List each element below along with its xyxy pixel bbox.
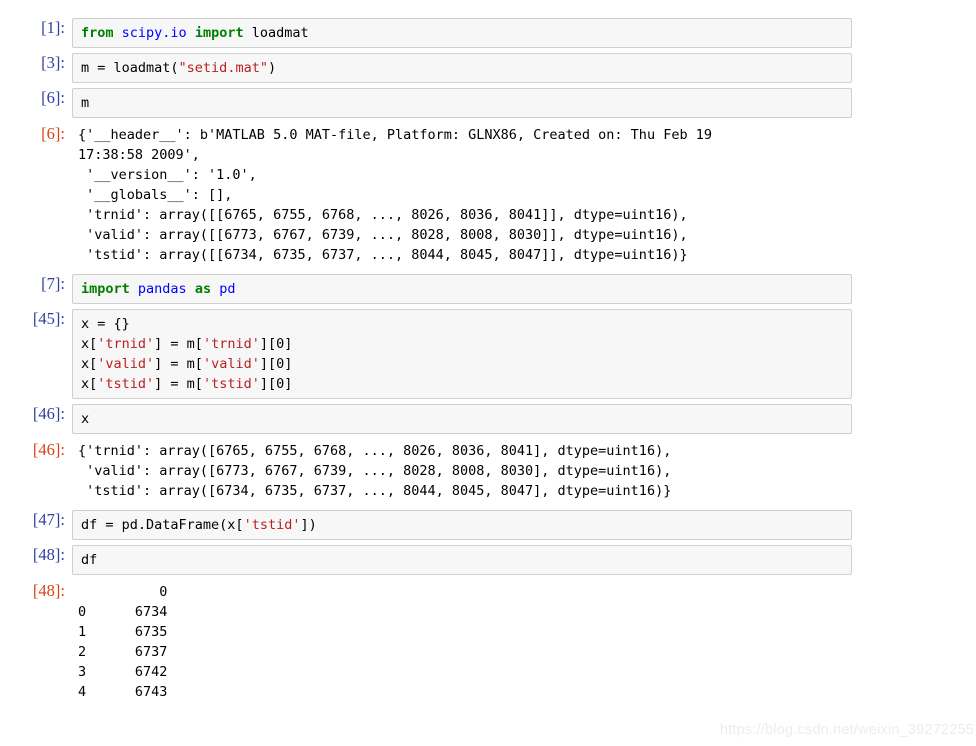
code-input-area[interactable]: df (72, 545, 852, 575)
output-prompt: [48]: (32, 581, 65, 600)
code-token: ]) (300, 517, 317, 533)
code-source[interactable]: m (81, 93, 845, 113)
code-token: ][0] (259, 376, 293, 392)
code-token: 'trnid' (97, 336, 155, 352)
output-text: 0 0 6734 1 6735 2 6737 3 6742 4 6743 (78, 584, 168, 700)
code-token: import (81, 281, 130, 297)
input-prompt: [6]: (41, 88, 65, 107)
code-cell[interactable]: [7]: import pandas as pd (0, 274, 976, 304)
cell-list: [1]: from scipy.io import loadmat [3]: m = … (0, 18, 976, 703)
output-cell: [48]: 0 0 6734 1 6735 2 6737 3 6742 4 67… (0, 581, 976, 703)
input-prompt: [7]: (41, 274, 65, 293)
output-prompt: [6]: (41, 124, 65, 143)
code-cell[interactable]: [1]: from scipy.io import loadmat (0, 18, 976, 48)
input-prompt: [47]: (32, 510, 65, 529)
code-input-area[interactable]: x = {} x['trnid'] = m['trnid'][0] x['val… (72, 309, 852, 399)
code-cell[interactable]: [45]: x = {} x['trnid'] = m['trnid'][0] x… (0, 309, 976, 399)
code-token: 'valid' (97, 356, 155, 372)
code-source[interactable]: m = loadmat("setid.mat") (81, 58, 845, 78)
code-input-area[interactable]: m = loadmat("setid.mat") (72, 53, 852, 83)
code-input-area[interactable]: from scipy.io import loadmat (72, 18, 852, 48)
code-token: ] = m[ (154, 356, 203, 372)
output-text-area: {'__header__': b'MATLAB 5.0 MAT-file, Pl… (72, 124, 872, 266)
input-prompt: [48]: (32, 545, 65, 564)
output-cell: [46]: {'trnid': array([6765, 6755, 6768, … (0, 440, 976, 502)
code-token: ] = m[ (154, 336, 203, 352)
input-prompt: [45]: (32, 309, 65, 328)
code-token: import (194, 25, 244, 41)
code-token: pd (219, 281, 236, 297)
code-input-area[interactable]: df = pd.DataFrame(x['tstid']) (72, 510, 852, 540)
input-prompt: [3]: (41, 53, 65, 72)
code-source[interactable]: x = {} x['trnid'] = m['trnid'][0] x['val… (81, 314, 845, 394)
code-token: 'tstid' (243, 517, 301, 533)
code-input-area[interactable]: x (72, 404, 852, 434)
code-token: m = loadmat( (81, 60, 179, 76)
code-source[interactable]: import pandas as pd (81, 279, 845, 299)
code-source[interactable]: df = pd.DataFrame(x['tstid']) (81, 515, 845, 535)
code-source[interactable]: from scipy.io import loadmat (81, 23, 845, 43)
input-prompt: [46]: (32, 404, 65, 423)
code-source[interactable]: df (81, 550, 845, 570)
code-source[interactable]: x (81, 409, 845, 429)
code-token: 'tstid' (202, 376, 260, 392)
code-token: df = pd.DataFrame(x[ (81, 517, 244, 533)
code-token: df (81, 552, 98, 568)
code-token: from (81, 25, 114, 41)
output-text: {'trnid': array([6765, 6755, 6768, ..., … (78, 443, 672, 499)
code-cell[interactable]: [48]: df (0, 545, 976, 575)
input-prompt: [1]: (41, 18, 65, 37)
code-token: as (194, 281, 212, 297)
code-cell[interactable]: [3]: m = loadmat("setid.mat") (0, 53, 976, 83)
output-text-area: 0 0 6734 1 6735 2 6737 3 6742 4 6743 (72, 581, 872, 703)
output-text-area: {'trnid': array([6765, 6755, 6768, ..., … (72, 440, 872, 502)
code-token: loadmat (243, 25, 309, 41)
top-spacer (0, 0, 976, 18)
code-cell[interactable]: [46]: x (0, 404, 976, 434)
code-cell[interactable]: [6]: m (0, 88, 976, 118)
watermark-url: https://blog.csdn.net/weixin_39272255 (719, 722, 974, 738)
code-token: scipy.io (121, 25, 187, 41)
code-token: 'tstid' (97, 376, 155, 392)
code-input-area[interactable]: import pandas as pd (72, 274, 852, 304)
notebook-document: [1]: from scipy.io import loadmat [3]: m = … (0, 0, 976, 746)
code-cell[interactable]: [47]: df = pd.DataFrame(x['tstid']) (0, 510, 976, 540)
code-token: 'valid' (202, 356, 260, 372)
code-token: m (81, 95, 90, 111)
code-token: 'trnid' (202, 336, 260, 352)
code-input-area[interactable]: m (72, 88, 852, 118)
output-text: {'__header__': b'MATLAB 5.0 MAT-file, Pl… (78, 127, 712, 263)
code-token: ) (267, 60, 277, 76)
code-token: ] = m[ (154, 376, 203, 392)
code-token: pandas (137, 281, 187, 297)
output-cell: [6]: {'__header__': b'MATLAB 5.0 MAT-file… (0, 124, 976, 266)
code-token: x (81, 411, 90, 427)
output-prompt: [46]: (32, 440, 65, 459)
code-token: "setid.mat" (178, 60, 268, 76)
